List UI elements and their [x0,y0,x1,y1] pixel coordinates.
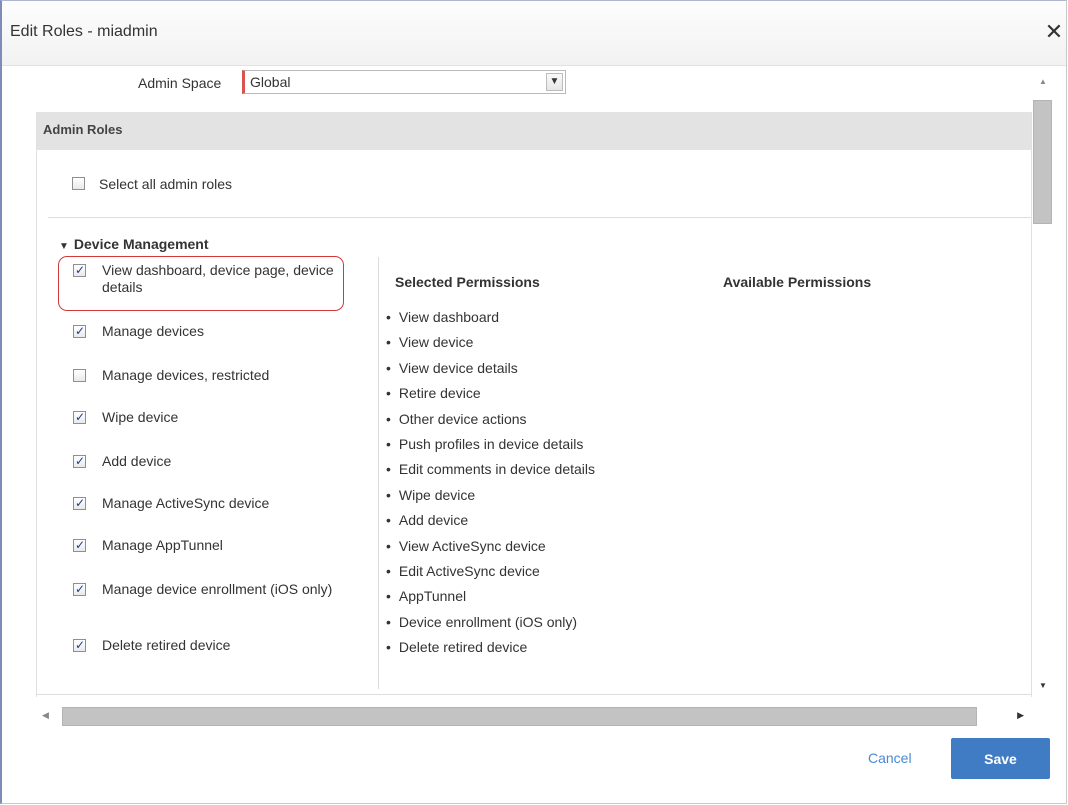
admin-space-label: Admin Space [138,75,222,91]
select-all-row[interactable]: Select all admin roles [72,176,232,192]
permission-label: Manage devices [102,323,204,339]
selected-permission-item: Device enrollment (iOS only) [386,615,595,640]
horizontal-scroll-thumb[interactable] [62,707,977,726]
permission-item[interactable]: Delete retired device [73,637,338,654]
chevron-down-icon[interactable]: ▼ [546,73,563,91]
cancel-button[interactable]: Cancel [868,750,912,766]
permission-item[interactable]: Manage device enrollment (iOS only) [73,581,338,598]
permission-checkbox[interactable] [73,495,86,512]
select-all-label: Select all admin roles [99,176,233,192]
permission-checkbox[interactable] [73,453,86,470]
vertical-scroll-thumb[interactable] [1033,100,1052,224]
caret-down-icon: ▼ [59,241,69,252]
permission-label: Manage devices, restricted [102,367,270,383]
selected-permission-item: Push profiles in device details [386,437,595,462]
dialog-title: Edit Roles - miadmin [10,23,158,40]
device-management-group-toggle[interactable]: ▼ Device Management [59,236,209,252]
selected-permission-item: Delete retired device [386,640,595,665]
permission-label: Manage device enrollment (iOS only) [102,581,333,597]
permission-label: View dashboard, device page, device deta… [102,262,334,295]
permission-checkbox[interactable] [73,637,86,654]
permission-label: Manage AppTunnel [102,537,223,553]
permission-checkbox[interactable] [73,537,86,554]
divider [37,694,1031,695]
selected-permission-item: Other device actions [386,411,595,437]
permission-checkbox[interactable] [73,323,86,340]
permission-item[interactable]: Manage AppTunnel [73,537,338,554]
scroll-right-icon[interactable]: ▶ [1017,710,1024,721]
permission-item[interactable]: Wipe device [73,409,338,426]
admin-space-value: Global [250,74,291,90]
scroll-left-icon[interactable]: ◀ [42,710,49,721]
roles-scroll-area: Admin Roles Select all admin roles ▼ Devi… [36,112,1032,697]
selected-permissions-list: View dashboardView deviceView device det… [386,310,595,665]
permission-label: Wipe device [102,409,179,425]
scroll-up-icon[interactable]: ▲ [1037,77,1049,89]
selected-permission-item: View ActiveSync device [386,538,595,564]
permission-checkbox[interactable] [73,369,86,382]
scroll-down-icon[interactable]: ▼ [1037,681,1049,693]
permission-item[interactable]: Manage devices, restricted [73,367,338,384]
admin-space-select[interactable]: Global ▼ [242,70,566,94]
permission-label: Delete retired device [102,637,231,653]
selected-permission-item: Wipe device [386,488,595,513]
permission-item[interactable]: View dashboard, device page, device deta… [73,262,338,296]
close-icon[interactable]: ✕ [1042,19,1066,45]
dialog-titlebar: Edit Roles - miadmin [2,1,1066,66]
permission-item[interactable]: Add device [73,453,338,470]
vertical-scrollbar[interactable]: ▲ ▼ [1033,73,1053,697]
permission-item[interactable]: Manage devices [73,323,338,340]
save-button[interactable]: Save [951,738,1050,779]
selected-permission-item: View dashboard [386,310,595,335]
edit-roles-dialog: Edit Roles - miadmin ✕ Admin Space Globa… [0,0,1067,804]
permission-label: Manage ActiveSync device [102,495,270,511]
divider [48,217,1031,218]
selected-permission-item: Edit ActiveSync device [386,564,595,589]
admin-roles-title: Admin Roles [43,122,123,137]
admin-roles-header: Admin Roles [37,112,1031,150]
permission-checkbox[interactable] [73,581,86,598]
selected-permissions-title: Selected Permissions [395,274,540,290]
selected-permission-item: Add device [386,513,595,538]
selected-permission-item: View device [386,335,595,360]
permission-checkbox[interactable] [73,262,86,279]
permission-checkbox[interactable] [73,409,86,426]
select-all-checkbox[interactable] [72,177,85,190]
group-title: Device Management [73,236,209,252]
selected-permission-item: Retire device [386,386,595,411]
column-divider [378,257,379,689]
permission-item[interactable]: Manage ActiveSync device [73,495,338,512]
selected-permission-item: AppTunnel [386,589,595,614]
permission-label: Add device [102,453,172,469]
selected-permission-item: View device details [386,361,595,386]
available-permissions-title: Available Permissions [723,274,872,290]
selected-permission-item: Edit comments in device details [386,462,595,487]
horizontal-scrollbar[interactable]: ◀ ▶ [38,707,1030,727]
